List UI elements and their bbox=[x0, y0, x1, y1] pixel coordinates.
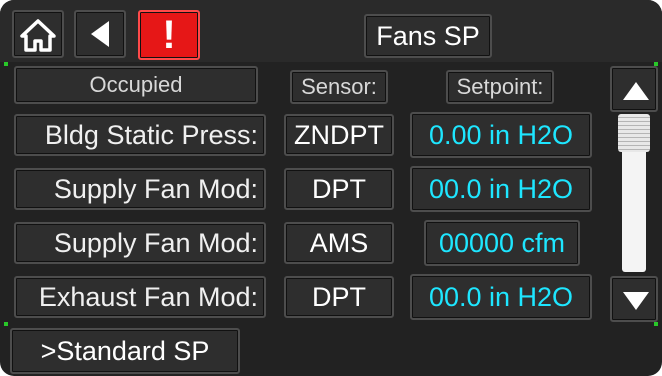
corner-marker bbox=[654, 62, 658, 66]
scroll-thumb[interactable] bbox=[618, 114, 650, 152]
hmi-screen: ! Fans SP Occupied Sensor: Setpoint: Bld… bbox=[0, 0, 662, 376]
occupied-mode-label: Occupied bbox=[14, 66, 258, 104]
corner-marker bbox=[4, 62, 8, 66]
row-sensor-supply-fan-mod-ams: AMS bbox=[284, 222, 394, 264]
row-label-supply-fan-mod-dpt: Supply Fan Mod: bbox=[14, 168, 266, 210]
alarm-icon: ! bbox=[162, 13, 176, 57]
home-icon bbox=[20, 19, 56, 52]
setpoint-column-header: Setpoint: bbox=[446, 70, 554, 104]
row-setpoint-bldg-static-press[interactable]: 0.00 in H2O bbox=[410, 112, 592, 158]
alarm-button[interactable]: ! bbox=[138, 10, 200, 60]
row-setpoint-supply-fan-mod-ams[interactable]: 00000 cfm bbox=[424, 220, 580, 266]
corner-marker bbox=[4, 322, 8, 326]
page-title: Fans SP bbox=[364, 14, 492, 58]
scroll-up-button[interactable] bbox=[610, 66, 658, 112]
sensor-column-header: Sensor: bbox=[290, 70, 388, 104]
row-setpoint-exhaust-fan-mod[interactable]: 00.0 in H2O bbox=[410, 274, 592, 320]
back-arrow-icon bbox=[91, 21, 109, 47]
corner-marker bbox=[654, 322, 658, 326]
row-setpoint-supply-fan-mod-dpt[interactable]: 00.0 in H2O bbox=[410, 166, 592, 212]
scroll-down-button[interactable] bbox=[610, 276, 658, 322]
home-button[interactable] bbox=[12, 10, 64, 58]
down-arrow-icon bbox=[623, 292, 649, 310]
back-button[interactable] bbox=[74, 10, 126, 58]
up-arrow-icon bbox=[623, 82, 649, 100]
row-sensor-supply-fan-mod-dpt: DPT bbox=[284, 168, 394, 210]
row-label-bldg-static-press: Bldg Static Press: bbox=[14, 114, 266, 156]
row-label-supply-fan-mod-ams: Supply Fan Mod: bbox=[14, 222, 266, 264]
row-sensor-exhaust-fan-mod: DPT bbox=[284, 276, 394, 318]
row-label-exhaust-fan-mod: Exhaust Fan Mod: bbox=[14, 276, 266, 318]
standard-sp-button[interactable]: >Standard SP bbox=[10, 328, 240, 374]
row-sensor-bldg-static-press: ZNDPT bbox=[284, 114, 394, 156]
